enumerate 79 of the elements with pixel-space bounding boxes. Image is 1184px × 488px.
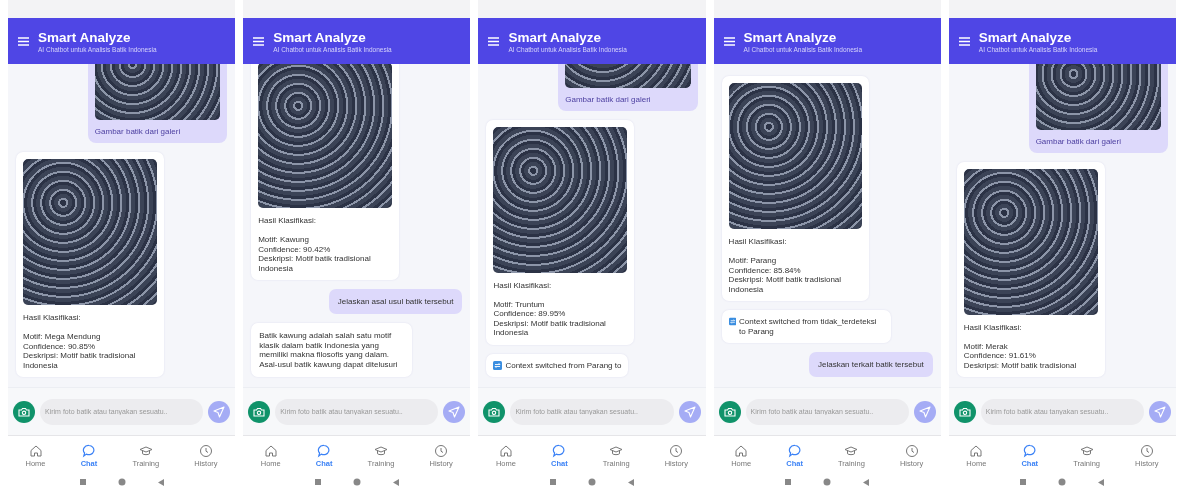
camera-button[interactable]: [483, 400, 506, 423]
camera-button[interactable]: [13, 400, 35, 423]
classification-result-text: Hasil Klasifikasi: Motif: Kawung Confidence: 90.42% Deskripsi: Motif batik tradisional Indonesia: [258, 216, 372, 273]
triangle-icon[interactable]: [157, 478, 164, 486]
app-title: Smart Analyze: [978, 29, 1073, 45]
menu-icon[interactable]: [723, 36, 735, 46]
home-icon: [263, 444, 278, 458]
send-icon: [1154, 405, 1166, 418]
camera-icon: [18, 406, 30, 417]
classification-result-text: Hasil Klasifikasi: Motif: Truntum Confidence: 89.95% Deskripsi: Motif batik tradisional Indonesia: [493, 280, 607, 338]
circle-icon[interactable]: [1058, 478, 1067, 486]
camera-icon: [723, 406, 736, 417]
send-icon: [213, 405, 226, 418]
camera-icon: [958, 406, 971, 417]
square-icon[interactable]: [79, 479, 86, 485]
camera-button[interactable]: [248, 400, 271, 423]
graduation-cap-icon: [844, 444, 859, 458]
chat-bubble-icon: [787, 444, 802, 458]
circle-icon[interactable]: [117, 478, 126, 486]
user-message: Jelaskan asal usul batik tersebut: [328, 289, 463, 314]
home-icon: [734, 444, 749, 458]
app-title: Smart Analyze: [273, 29, 367, 45]
clock-icon: [1139, 444, 1154, 458]
home-icon: [969, 444, 984, 458]
app-title: Smart Analyze: [743, 29, 838, 45]
send-button[interactable]: [678, 400, 701, 423]
send-button[interactable]: [208, 400, 231, 423]
square-icon[interactable]: [314, 479, 321, 485]
home-icon: [28, 444, 43, 458]
home-icon: [498, 444, 513, 458]
classification-result-text: Hasil Klasifikasi: Motif: Merak Confidence: 91.61% Deskripsi: Motif batik tradisional: [963, 322, 1078, 370]
circle-icon[interactable]: [588, 478, 596, 486]
bot-message: Batik kawung adalah salah satu motif klasik dalam batik Indonesia yang memiliki makna filosofis yang dalam. Asal-usul batik kawung dapat ditelusuri: [251, 323, 412, 377]
camera-button[interactable]: [953, 400, 976, 423]
image-caption: Gambar batik dari galeri: [1035, 136, 1122, 146]
clock-icon: [434, 444, 449, 458]
triangle-icon[interactable]: [863, 478, 870, 486]
circle-icon[interactable]: [823, 478, 832, 486]
send-button[interactable]: [913, 400, 936, 423]
switch-arrows-icon: [728, 317, 737, 326]
triangle-icon[interactable]: [392, 478, 399, 486]
menu-icon[interactable]: [958, 36, 970, 46]
camera-icon: [488, 406, 501, 417]
graduation-cap-icon: [609, 444, 624, 458]
user-message: Jelaskan terkait batik tersebut: [808, 352, 933, 377]
menu-icon[interactable]: [488, 36, 500, 46]
triangle-icon[interactable]: [628, 478, 634, 486]
send-icon: [683, 405, 696, 418]
classification-result-text: Hasil Klasifikasi: Motif: Parang Confidence: 85.84% Deskripsi: Motif batik tradisional Indonesia: [728, 237, 843, 294]
image-caption: Gambar batik dari galeri: [94, 127, 182, 136]
send-button[interactable]: [443, 400, 466, 423]
send-icon: [448, 405, 461, 418]
camera-icon: [253, 406, 266, 417]
graduation-cap-icon: [138, 444, 153, 458]
camera-button[interactable]: [718, 400, 741, 423]
menu-icon[interactable]: [253, 36, 265, 46]
send-button[interactable]: [1149, 400, 1171, 423]
chat-bubble-icon: [317, 444, 332, 458]
app-title: Smart Analyze: [38, 29, 132, 45]
chat-bubble-icon: [552, 444, 567, 458]
menu-icon[interactable]: [18, 36, 29, 46]
classification-result-text: Hasil Klasifikasi: Motif: Mega Mendung Confidence: 90.85% Deskripsi: Motif batik tradisional Indonesia: [23, 313, 137, 370]
context-text: Context switched from tidak_terdeteksi to Parang: [739, 317, 878, 336]
clock-icon: [669, 444, 684, 458]
square-icon[interactable]: [785, 479, 792, 485]
switch-arrows-icon: [493, 360, 503, 370]
app-title: Smart Analyze: [508, 29, 602, 45]
triangle-icon[interactable]: [1098, 478, 1105, 486]
context-text: Context switched from Parang to: [505, 360, 622, 370]
chat-bubble-icon: [81, 444, 96, 458]
circle-icon[interactable]: [352, 478, 361, 486]
clock-icon: [198, 444, 213, 458]
clock-icon: [904, 444, 919, 458]
chat-bubble-icon: [1022, 444, 1037, 458]
graduation-cap-icon: [1079, 444, 1094, 458]
square-icon[interactable]: [1020, 479, 1027, 485]
send-icon: [918, 405, 931, 418]
image-caption: Gambar batik dari galeri: [565, 94, 652, 104]
graduation-cap-icon: [374, 444, 388, 458]
